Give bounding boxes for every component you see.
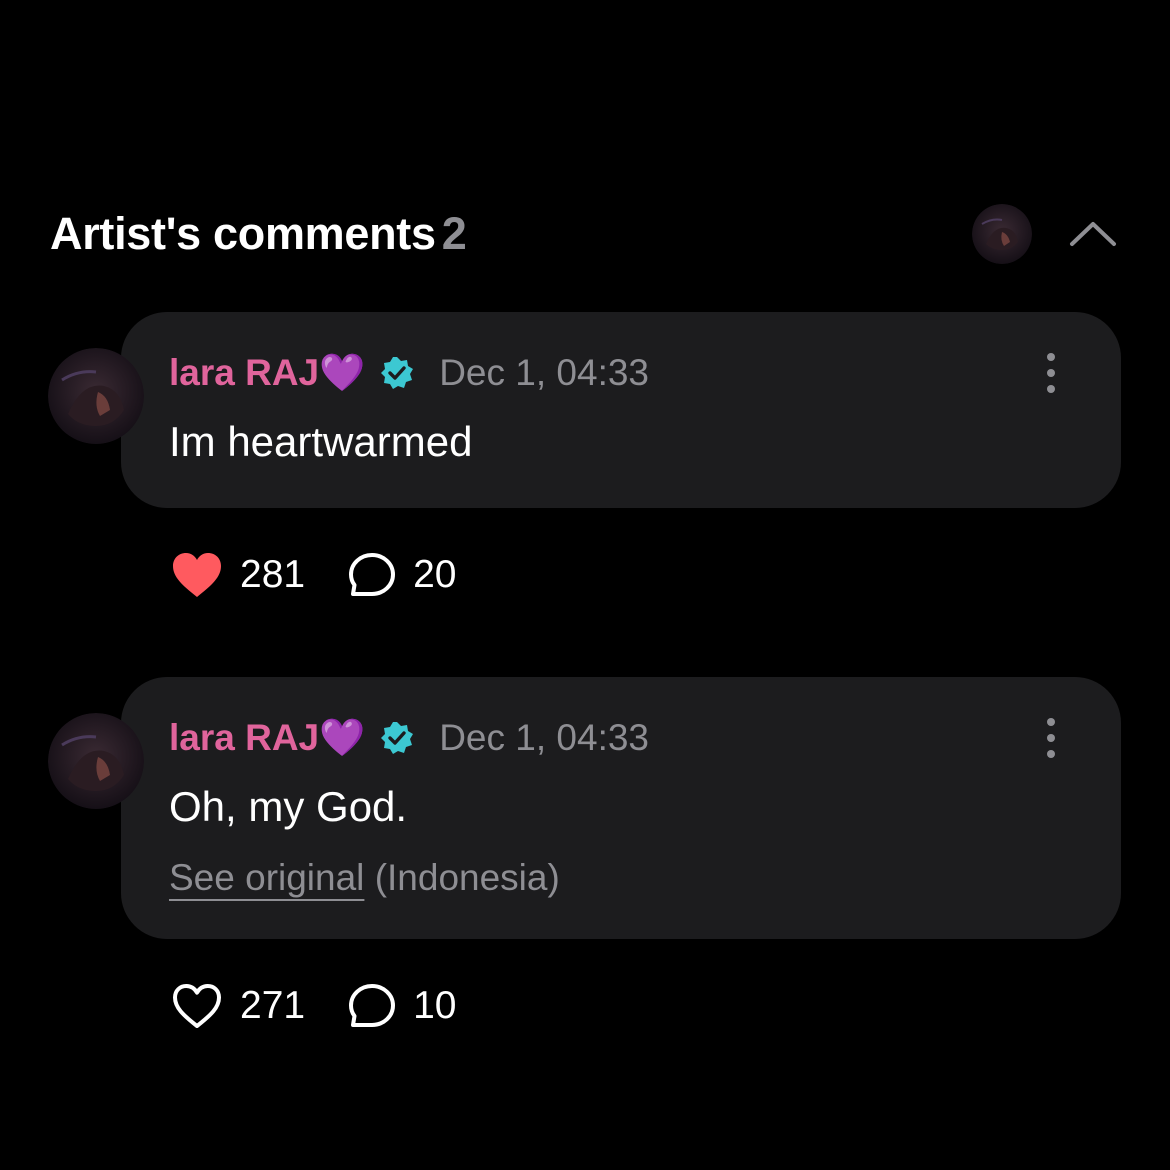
translation-note: See original (Indonesia) <box>169 857 560 899</box>
comment-text: Oh, my God. <box>169 783 408 830</box>
reply-button[interactable]: 20 <box>347 551 456 599</box>
heart-filled-icon <box>173 553 221 597</box>
more-vertical-icon <box>1047 718 1055 758</box>
comment-meta: lara RAJ💜 Dec 1, 04:33 <box>169 713 649 763</box>
comment-meta: lara RAJ💜 Dec 1, 04:33 <box>169 348 649 398</box>
reply-count: 20 <box>413 553 457 596</box>
commenter-avatar[interactable] <box>48 348 144 444</box>
comment-bubble: lara RAJ💜 Dec 1, 04:33 Im heartwarmed <box>121 312 1121 508</box>
section-title-text: Artist's comments <box>50 208 436 259</box>
verified-badge-icon <box>381 722 414 754</box>
like-count: 281 <box>240 553 306 596</box>
reply-count: 10 <box>413 984 457 1027</box>
comment-bubble: lara RAJ💜 Dec 1, 04:33 Oh, my God. See o… <box>121 677 1121 939</box>
author-name[interactable]: lara RAJ💜 <box>169 352 365 395</box>
like-button[interactable]: 281 <box>170 551 305 599</box>
like-count: 271 <box>240 984 306 1027</box>
more-options-button[interactable] <box>1037 352 1065 394</box>
collapse-button[interactable] <box>1066 210 1120 254</box>
more-options-button[interactable] <box>1037 717 1065 759</box>
heart-outline-icon <box>173 984 221 1028</box>
comment-timestamp: Dec 1, 04:33 <box>439 352 650 393</box>
reply-bubble-icon <box>349 553 396 596</box>
original-language: (Indonesia) <box>374 857 560 898</box>
section-title: Artist's comments 2 <box>50 208 467 260</box>
chevron-up-icon <box>1070 222 1116 246</box>
comment-count: 2 <box>441 208 467 259</box>
comment-timestamp: Dec 1, 04:33 <box>439 717 650 758</box>
commenter-avatar[interactable] <box>48 713 144 809</box>
more-vertical-icon <box>1047 353 1055 393</box>
author-name[interactable]: lara RAJ💜 <box>169 717 365 760</box>
artist-comments-header: Artist's comments 2 <box>50 200 1120 270</box>
reply-button[interactable]: 10 <box>347 982 456 1030</box>
artist-avatar[interactable] <box>972 204 1032 264</box>
see-original-link[interactable]: See original <box>169 857 364 898</box>
comment-actions: 281 20 <box>170 547 498 603</box>
comment-text: Im heartwarmed <box>169 418 473 465</box>
like-button[interactable]: 271 <box>170 982 305 1030</box>
comment-actions: 271 10 <box>170 978 498 1034</box>
reply-bubble-icon <box>349 984 396 1027</box>
verified-badge-icon <box>381 357 414 389</box>
